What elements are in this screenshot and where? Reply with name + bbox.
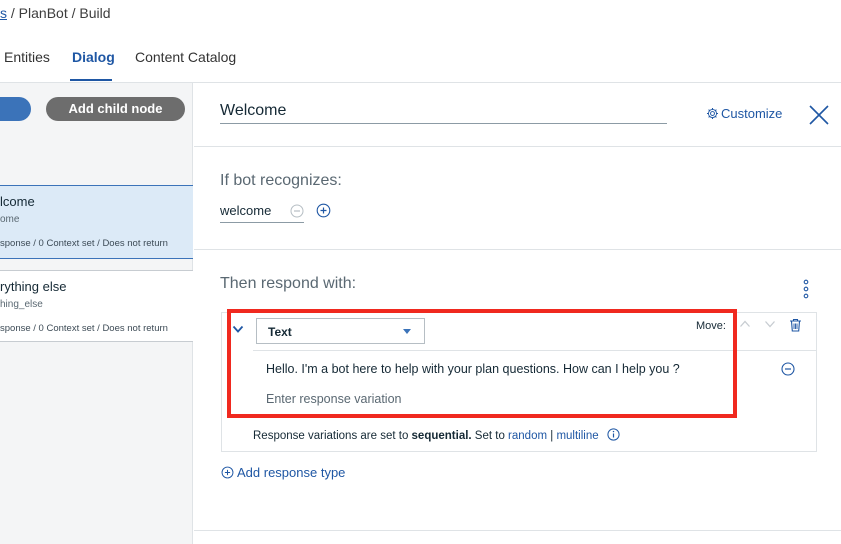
- trash-icon[interactable]: [789, 318, 802, 332]
- section-divider: [194, 530, 841, 531]
- section-divider: [194, 146, 841, 147]
- node-title: rything else: [0, 279, 67, 294]
- breadcrumb-path: / PlanBot / Build: [7, 5, 111, 21]
- node-meta: sponse / 0 Context set / Does not return: [0, 323, 168, 334]
- breadcrumb: s / PlanBot / Build: [0, 5, 111, 21]
- variation-mode-info: Response variations are set to sequentia…: [253, 430, 599, 442]
- tab-entities[interactable]: Entities: [4, 49, 50, 65]
- customize-label: Customize: [721, 106, 783, 121]
- node-meta: sponse / 0 Context set / Does not return: [0, 238, 168, 249]
- add-node-button[interactable]: [0, 97, 31, 121]
- node-name-field[interactable]: Welcome: [220, 100, 667, 124]
- condition-label: If bot recognizes:: [220, 172, 342, 189]
- set-random-link[interactable]: random: [508, 430, 547, 442]
- breadcrumb-link[interactable]: s: [0, 5, 7, 21]
- node-title: lcome: [0, 194, 35, 209]
- move-down-icon[interactable]: [764, 319, 776, 329]
- tab-dialog[interactable]: Dialog: [72, 49, 115, 65]
- remove-condition-icon[interactable]: [290, 204, 304, 218]
- gear-icon: [706, 107, 719, 120]
- mode-middle: Set to: [471, 430, 509, 442]
- mode-prefix: Response variations are set to: [253, 430, 412, 442]
- tab-content-catalog[interactable]: Content Catalog: [135, 49, 236, 65]
- active-tab-indicator: [70, 79, 112, 81]
- add-icon: [221, 466, 234, 479]
- mode-current: sequential.: [411, 430, 472, 442]
- add-response-type-label: Add response type: [237, 465, 346, 480]
- info-icon[interactable]: [607, 428, 620, 441]
- customize-link[interactable]: Customize: [706, 106, 782, 121]
- add-response-type-button[interactable]: Add response type: [221, 465, 345, 480]
- node-name-value: Welcome: [220, 102, 287, 119]
- close-icon[interactable]: [808, 104, 830, 126]
- dialog-node-anything-else[interactable]: rything else hing_else sponse / 0 Contex…: [0, 270, 193, 342]
- more-options-icon[interactable]: [800, 278, 812, 300]
- set-multiline-link[interactable]: multiline: [556, 430, 598, 442]
- dialog-node-welcome[interactable]: lcome ome sponse / 0 Context set / Does …: [0, 185, 193, 259]
- remove-variation-icon[interactable]: [781, 362, 795, 376]
- response-label: Then respond with:: [220, 275, 357, 292]
- add-condition-icon[interactable]: [316, 203, 331, 218]
- add-child-node-button[interactable]: Add child node: [46, 97, 185, 121]
- node-condition: ome: [0, 214, 20, 225]
- node-condition: hing_else: [0, 299, 43, 310]
- move-up-icon[interactable]: [739, 319, 751, 329]
- section-divider: [194, 249, 841, 250]
- highlight-box: [227, 309, 737, 418]
